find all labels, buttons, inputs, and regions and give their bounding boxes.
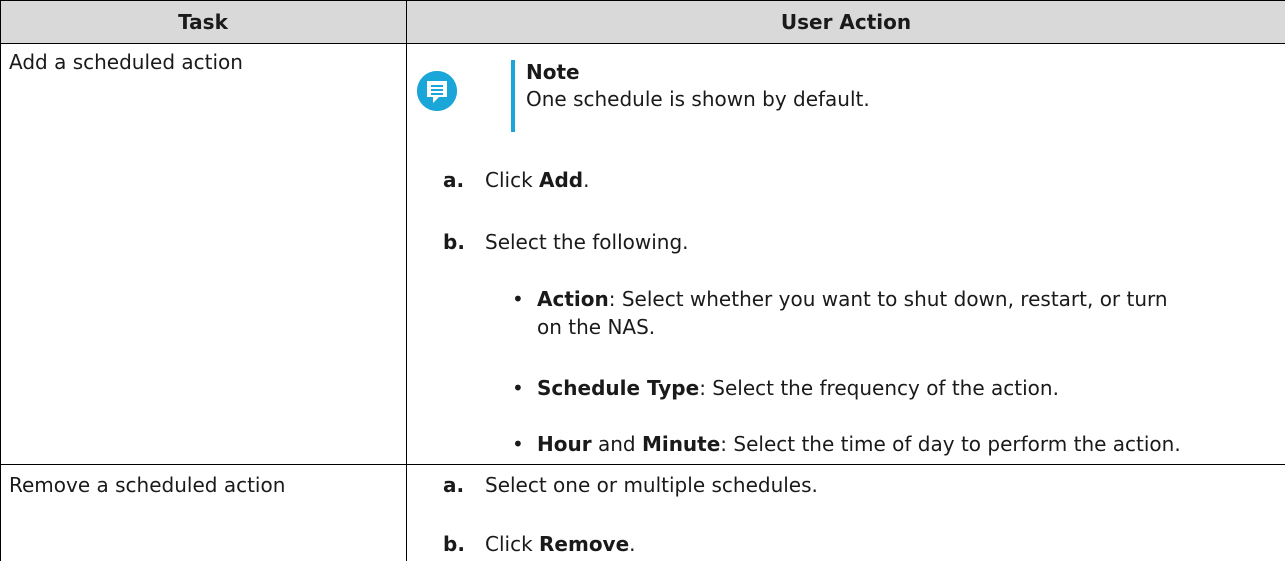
note-body: One schedule is shown by default.: [526, 87, 870, 111]
step-text: Select the following.: [485, 230, 689, 254]
step-b-click-remove: b. Click Remove.: [443, 532, 636, 556]
task-add-scheduled-action: Add a scheduled action: [9, 50, 243, 74]
step-bold: Remove: [539, 532, 630, 556]
step-text-end: .: [583, 168, 590, 192]
bullet-text: : Select the time of day to perform the …: [720, 432, 1181, 456]
step-marker: b.: [443, 230, 465, 254]
task-action-table: Task User Action Add a scheduled action …: [0, 0, 1285, 561]
column-divider: [406, 0, 407, 561]
bullet-bold: Schedule Type: [537, 376, 700, 400]
step-marker: a.: [443, 473, 465, 497]
note-accent-bar: [511, 60, 515, 132]
bullet-text: : Select whether you want to shut down, …: [608, 287, 1168, 311]
step-b-select-following: b. Select the following.: [443, 230, 689, 254]
step-text: Click: [485, 168, 540, 192]
note-icon: [417, 71, 457, 111]
step-text: Select one or multiple schedules.: [485, 473, 818, 497]
note-title: Note: [526, 60, 580, 84]
step-text-end: .: [629, 532, 636, 556]
task-remove-scheduled-action: Remove a scheduled action: [9, 473, 286, 497]
bullet-content: Hour and Minute: Select the time of day …: [537, 432, 1181, 456]
row-divider: [0, 464, 1285, 465]
header-task: Task: [178, 10, 228, 34]
bullet-content: Schedule Type: Select the frequency of t…: [537, 376, 1059, 400]
bullet-bold-2: Minute: [641, 432, 721, 456]
bullet-text: : Select the frequency of the action.: [699, 376, 1059, 400]
bullet-content: on the NAS.: [537, 315, 656, 339]
step-bold: Add: [539, 168, 584, 192]
table-left-border: [0, 0, 1, 561]
bullet-bold: Hour: [537, 432, 592, 456]
header-user-action: User Action: [780, 10, 912, 34]
step-a-select-schedules: a. Select one or multiple schedules.: [443, 473, 818, 497]
bullet-text-mid: and: [591, 432, 642, 456]
bullet-dot: •: [512, 287, 524, 311]
step-marker: b.: [443, 532, 465, 556]
bullet-dot: •: [512, 376, 524, 400]
bullet-bold: Action: [537, 287, 609, 311]
step-text: Click: [485, 532, 540, 556]
bullet-dot: •: [512, 432, 524, 456]
step-a-click-add: a. Click Add.: [443, 168, 590, 192]
step-marker: a.: [443, 168, 465, 192]
table-header-row: Task User Action: [0, 0, 1285, 44]
bullet-content: Action: Select whether you want to shut …: [537, 287, 1168, 311]
